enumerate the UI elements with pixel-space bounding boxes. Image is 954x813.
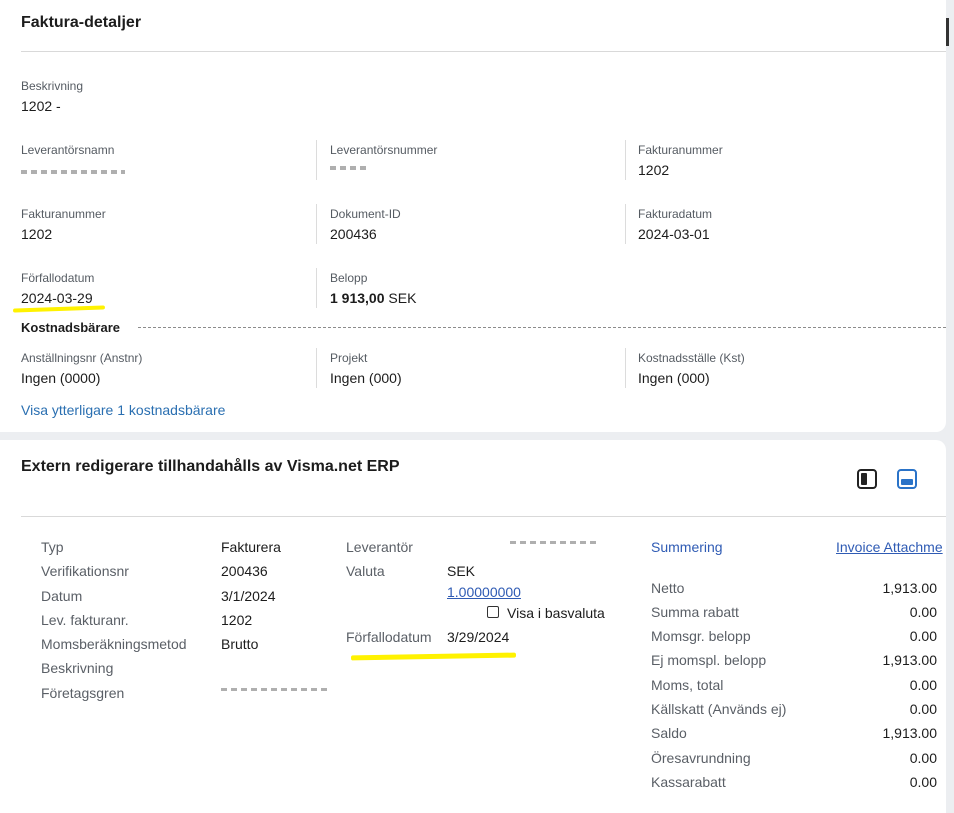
- redacted-supplier-number: [330, 166, 368, 170]
- summary-value: 0.00: [909, 677, 937, 693]
- kostnadsstalle-value: Ingen (000): [638, 370, 710, 386]
- external-editor-title: Extern redigerare tillhandahålls av Vism…: [21, 458, 400, 475]
- summary-label: Kassarabatt: [651, 774, 726, 790]
- anstallningsnr-label: Anställningsnr (Anstnr): [21, 351, 143, 365]
- belopp-amount: 1 913,00: [330, 290, 385, 306]
- column-separator: [316, 268, 317, 308]
- column-separator: [316, 140, 317, 180]
- show-more-cost-carriers-link[interactable]: Visa ytterligare 1 kostnadsbärare: [21, 402, 225, 418]
- highlight-stroke: [12, 305, 106, 313]
- lev-fakturanr-label: Lev. fakturanr.: [41, 612, 129, 628]
- momsberakningsmetod-value: Brutto: [221, 636, 259, 652]
- projekt-label: Projekt: [330, 351, 368, 365]
- summary-value: 0.00: [909, 774, 937, 790]
- summary-label: Summa rabatt: [651, 604, 739, 620]
- summary-label: Källskatt (Används ej): [651, 701, 787, 717]
- summary-value: 0.00: [909, 750, 937, 766]
- summary-value: 0.00: [909, 701, 937, 717]
- fakturadatum-value: 2024-03-01: [638, 226, 710, 242]
- verifikationsnr-value: 200436: [221, 563, 268, 579]
- redacted-supplier-name: [21, 170, 125, 174]
- summary-label: Öresavrundning: [651, 750, 751, 766]
- belopp-label: Belopp: [330, 271, 368, 285]
- highlight-stroke-2: [350, 652, 517, 661]
- exchange-rate-link[interactable]: 1.00000000: [447, 584, 521, 600]
- typ-value: Fakturera: [221, 539, 281, 555]
- leverantorsnamn-label: Leverantörsnamn: [21, 143, 115, 157]
- summary-value: 1,913.00: [882, 652, 938, 668]
- valuta-value: SEK: [447, 563, 476, 579]
- external-editor-card: Extern redigerare tillhandahålls av Vism…: [0, 440, 946, 813]
- column-separator: [316, 204, 317, 244]
- lev-fakturanr-value: 1202: [221, 612, 253, 628]
- forfallodatum-label: Förfallodatum: [21, 271, 95, 285]
- dokument-id-value: 200436: [330, 226, 377, 242]
- leverantor-label: Leverantör: [346, 539, 413, 555]
- fakturadatum-label: Fakturadatum: [638, 207, 713, 221]
- summary-label: Moms, total: [651, 677, 724, 693]
- momsberakningsmetod-label: Momsberäkningsmetod: [41, 636, 187, 652]
- belopp-value: 1 913,00 SEK: [330, 290, 416, 306]
- column-separator: [625, 204, 626, 244]
- dokument-id-label: Dokument-ID: [330, 207, 401, 221]
- leverantorsnummer-label: Leverantörsnummer: [330, 143, 438, 157]
- cost-section-divider: [138, 327, 946, 328]
- redacted-branch: [221, 688, 327, 691]
- column-separator: [625, 140, 626, 180]
- split-view-icon[interactable]: [857, 469, 877, 489]
- column-separator: [625, 348, 626, 388]
- datum-label: Datum: [41, 588, 83, 604]
- forfallodatum-label-2: Förfallodatum: [346, 629, 432, 645]
- foretagsgren-label: Företagsgren: [41, 685, 125, 701]
- fakturanummer-label: Fakturanummer: [638, 143, 723, 157]
- title-divider: [21, 51, 946, 52]
- base-currency-checkbox[interactable]: [487, 606, 499, 618]
- summary-label: Ej momspl. belopp: [651, 652, 767, 668]
- verifikationsnr-label: Verifikationsnr: [41, 563, 129, 579]
- fakturanummer-value: 1202: [638, 162, 670, 178]
- beskrivning-value: 1202 -: [21, 98, 61, 114]
- valuta-label: Valuta: [346, 563, 385, 579]
- summary-label: Netto: [651, 580, 685, 596]
- anstallningsnr-value: Ingen (0000): [21, 370, 101, 386]
- typ-label: Typ: [41, 539, 64, 555]
- forfallodatum-value-2: 3/29/2024: [447, 629, 510, 645]
- beskrivning-label: Beskrivning: [21, 79, 84, 93]
- summary-label: Saldo: [651, 725, 687, 741]
- fakturanummer-value-2: 1202: [21, 226, 53, 242]
- summary-value: 1,913.00: [882, 580, 938, 596]
- scrollbar-thumb[interactable]: [946, 18, 949, 46]
- projekt-value: Ingen (000): [330, 370, 402, 386]
- forfallodatum-value: 2024-03-29: [21, 290, 93, 306]
- redacted-supplier: [510, 541, 596, 544]
- column-separator: [316, 348, 317, 388]
- cost-section-title: Kostnadsbärare: [21, 320, 120, 335]
- summary-value: 0.00: [909, 604, 937, 620]
- summary-label: Momsgr. belopp: [651, 628, 751, 644]
- invoice-details-title: Faktura-detaljer: [21, 14, 142, 31]
- belopp-unit: SEK: [388, 290, 417, 306]
- summary-value: 1,913.00: [882, 725, 938, 741]
- beskrivning-label-2: Beskrivning: [41, 660, 114, 676]
- summary-value: 0.00: [909, 628, 937, 644]
- bottom-panel-icon[interactable]: [897, 469, 917, 489]
- base-currency-label: Visa i basvaluta: [507, 605, 605, 621]
- invoice-details-card: Faktura-detaljer Beskrivning 1202 - Leve…: [0, 0, 946, 432]
- kostnadsstalle-label: Kostnadsställe (Kst): [638, 351, 745, 365]
- tab-invoice-attachments[interactable]: Invoice Attachme: [836, 539, 946, 555]
- fakturanummer-label-2: Fakturanummer: [21, 207, 106, 221]
- title-divider-2: [21, 516, 946, 517]
- tab-summering[interactable]: Summering: [651, 539, 723, 555]
- datum-value: 3/1/2024: [221, 588, 276, 604]
